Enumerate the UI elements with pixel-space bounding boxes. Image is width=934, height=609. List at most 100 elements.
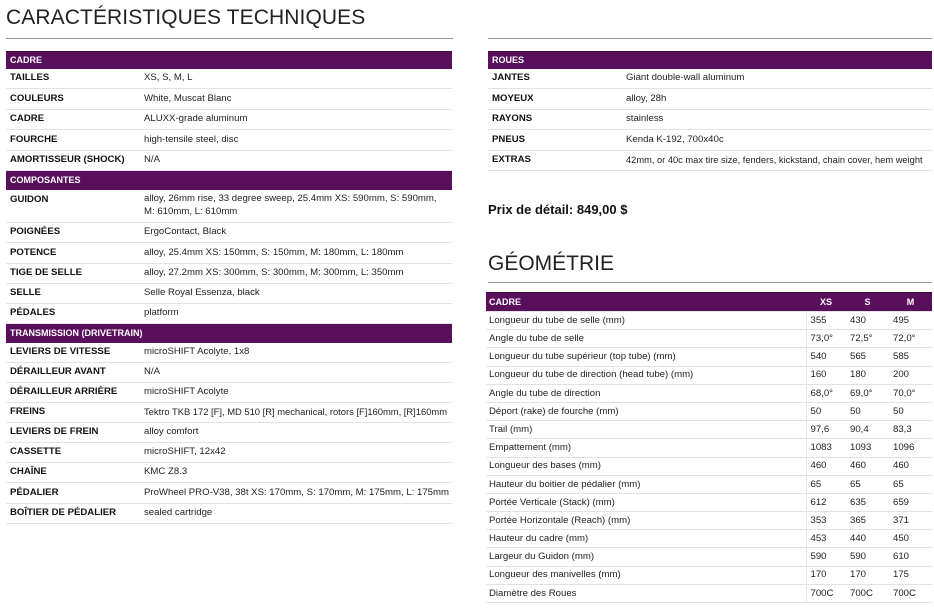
spec-row: BOÎTIER DE PÉDALIER sealed cartridge (6, 503, 453, 524)
geometry-row: Empattement (mm) 1083 1093 1096 (486, 438, 932, 458)
spec-value: KMC Z8.3 (140, 462, 453, 483)
spec-label: EXTRAS (488, 150, 622, 171)
spec-row: PNEUS Kenda K-192, 700x40c (488, 129, 933, 151)
spec-value: 42mm, or 40c max tire size, fenders, kic… (622, 150, 933, 171)
spec-row: CASSETTE microSHIFT, 12x42 (6, 442, 453, 463)
spec-value: alloy comfort (140, 422, 453, 443)
geometry-value: 430 (846, 311, 889, 331)
geometry-value: 440 (846, 529, 889, 549)
geometry-value: 200 (889, 366, 932, 385)
spec-label: FOURCHE (6, 129, 140, 151)
spec-row: EXTRAS 42mm, or 40c max tire size, fende… (488, 150, 933, 171)
section-heading: TRANSMISSION (DRIVETRAIN) (6, 323, 453, 343)
geometry-value: 700C (846, 584, 889, 604)
spec-value: ErgoContact, Black (140, 222, 453, 243)
geometry-row: Angle du tube de direction 68,0° 69,0° 7… (486, 384, 932, 403)
spec-value: White, Muscat Blanc (140, 88, 453, 110)
geometry-row: Longueur du tube de direction (head tube… (486, 366, 932, 385)
spec-row: FOURCHE high-tensile steel, disc (6, 129, 453, 151)
spec-label: GUIDON (6, 189, 140, 223)
geometry-value: 460 (889, 457, 932, 476)
spec-row: AMORTISSEUR (SHOCK) N/A (6, 150, 453, 171)
spec-value: microSHIFT Acolyte, 1x8 (140, 342, 453, 363)
geometry-value: 353 (805, 511, 846, 531)
spec-row: TIGE DE SELLE alloy, 27.2mm XS: 300mm, S… (6, 263, 453, 284)
spec-value: microSHIFT Acolyte (140, 382, 453, 403)
geometry-value: 50 (805, 402, 846, 422)
geometry-row: Trail (mm) 97,6 90,4 83,3 (486, 420, 932, 440)
geometry-value: 355 (805, 311, 846, 331)
spec-row: GUIDON alloy, 26mm rise, 33 degree sweep… (6, 189, 453, 223)
geometry-value: 700C (805, 584, 846, 604)
geometry-row: Longueur du tube de selle (mm) 355 430 4… (486, 311, 932, 331)
section-heading: CADRE (6, 51, 453, 69)
geometry-label: Largeur du Guidon (mm) (486, 547, 806, 567)
spec-row: DÉRAILLEUR AVANT N/A (6, 362, 453, 383)
spec-table: CADRE TAILLES XS, S, M, L COULEURS White… (6, 51, 453, 524)
geometry-row: Largeur du Guidon (mm) 590 590 610 (486, 547, 932, 567)
geometry-value: 590 (846, 547, 889, 567)
geometry-label: Longueur des manivelles (mm) (486, 566, 806, 585)
geometry-value: 72,0° (889, 329, 932, 349)
geometry-value: 1093 (846, 438, 889, 458)
geometry-value: 585 (889, 347, 932, 367)
spec-label: CADRE (6, 109, 140, 130)
spec-value: alloy, 26mm rise, 33 degree sweep, 25.4m… (140, 189, 453, 223)
geometry-value: 612 (805, 493, 846, 513)
geometry-row: Portée Verticale (Stack) (mm) 612 635 65… (486, 493, 932, 513)
geometry-value: 160 (805, 366, 846, 385)
spec-value: alloy, 27.2mm XS: 300mm, S: 300mm, M: 30… (140, 263, 453, 284)
geometry-value: 610 (889, 547, 932, 567)
retail-price: Prix de détail: 849,00 $ (488, 202, 628, 217)
spec-label: CHAÎNE (6, 462, 140, 483)
geometry-label: Hauteur du boitier de pédalier (mm) (486, 475, 806, 494)
spec-row: CHAÎNE KMC Z8.3 (6, 462, 453, 483)
geometry-value: 72,5° (846, 329, 889, 349)
spec-row: LEVIERS DE VITESSE microSHIFT Acolyte, 1… (6, 342, 453, 363)
size-header: XS (806, 292, 846, 312)
geometry-value: 460 (846, 457, 889, 476)
spec-value: XS, S, M, L (140, 68, 453, 89)
spec-label: LEVIERS DE VITESSE (6, 342, 140, 363)
geometry-row: Déport (rake) de fourche (mm) 50 50 50 (486, 402, 932, 422)
spec-row: FREINS Tektro TKB 172 [F], MD 510 [R] me… (6, 402, 453, 423)
spec-label: TAILLES (6, 68, 140, 89)
spec-row: PÉDALES platform (6, 303, 453, 324)
geometry-label: Angle du tube de selle (486, 329, 806, 349)
spec-value: microSHIFT, 12x42 (140, 442, 453, 463)
section-heading: COMPOSANTES (6, 170, 453, 190)
geometry-value: 371 (889, 511, 932, 531)
spec-label: AMORTISSEUR (SHOCK) (6, 150, 140, 171)
geometry-value: 460 (805, 457, 846, 476)
geometry-value: 68,0° (805, 384, 846, 403)
geometry-label: Diamètre des Roues (486, 584, 806, 604)
geometry-label: Longueur du tube supérieur (top tube) (m… (486, 347, 806, 367)
wheels-table: ROUES JANTES Giant double-wall aluminum … (488, 51, 933, 171)
geometry-value: 65 (889, 475, 932, 494)
geometry-value: 700C (889, 584, 932, 604)
geometry-label: Trail (mm) (486, 420, 806, 440)
geometry-value: 1096 (889, 438, 932, 458)
geometry-value: 1083 (805, 438, 846, 458)
geometry-label: Hauteur du cadre (mm) (486, 529, 806, 549)
spec-row: RAYONS stainless (488, 109, 933, 130)
geometry-label: Portée Verticale (Stack) (mm) (486, 493, 806, 513)
geometry-row: Longueur du tube supérieur (top tube) (m… (486, 347, 932, 367)
geometry-value: 73,0° (805, 329, 846, 349)
geometry-label: Déport (rake) de fourche (mm) (486, 402, 806, 422)
section-header-cadre: CADRE (6, 51, 453, 69)
spec-label: PÉDALES (6, 303, 140, 324)
geometry-label: Longueur des bases (mm) (486, 457, 806, 476)
spec-row: PÉDALIER ProWheel PRO-V38, 38t XS: 170mm… (6, 482, 453, 504)
title-underline-right (488, 38, 932, 39)
spec-label: DÉRAILLEUR AVANT (6, 362, 140, 383)
spec-row: JANTES Giant double-wall aluminum (488, 68, 933, 89)
geometry-label: Longueur du tube de direction (head tube… (486, 366, 806, 385)
geometry-title-underline (488, 282, 932, 283)
spec-value: alloy, 28h (622, 88, 933, 110)
spec-value: ALUXX-grade aluminum (140, 109, 453, 130)
geometry-value: 65 (846, 475, 889, 494)
geometry-row: Diamètre des Roues 700C 700C 700C (486, 584, 932, 604)
spec-label: TIGE DE SELLE (6, 263, 140, 284)
spec-row: SELLE Selle Royal Essenza, black (6, 283, 453, 304)
